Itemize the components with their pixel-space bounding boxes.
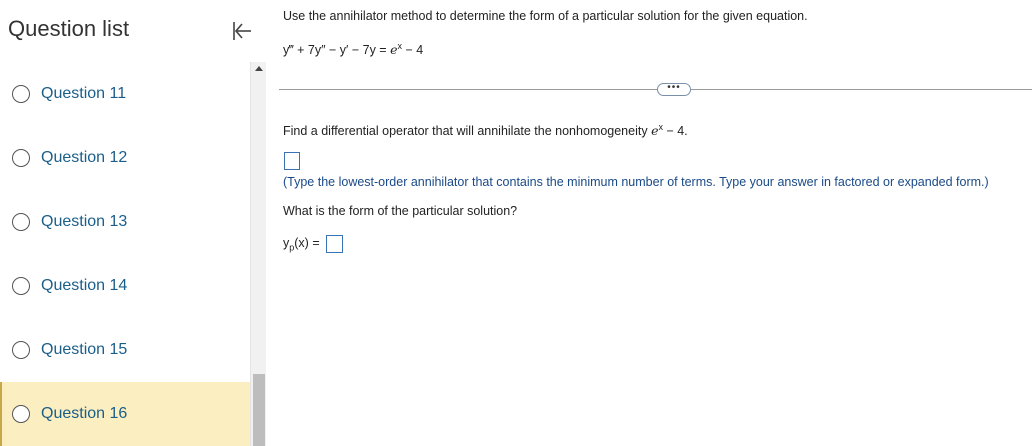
question-content: Use the annihilator method to determine … (266, 0, 1032, 446)
scrollbar-thumb[interactable] (253, 374, 265, 446)
question-instructions: Use the annihilator method to determine … (283, 9, 808, 23)
scroll-up-arrow-icon[interactable] (255, 66, 263, 71)
equation-lhs: y‴ + 7y″ − y′ − 7y = (283, 43, 391, 58)
annihilator-answer-input[interactable] (284, 152, 300, 170)
question-item-label: Question 13 (41, 213, 128, 230)
radio-icon (12, 277, 30, 295)
question-list-title: Question list (8, 16, 130, 41)
radio-icon (12, 213, 30, 231)
question-item-label: Question 11 (41, 85, 127, 102)
differential-equation: y‴ + 7y″ − y′ − 7y = ex − 4 (283, 41, 423, 57)
question-list-panel: Question list Question 11 Question 12 Qu… (0, 0, 251, 446)
radio-icon (12, 341, 30, 359)
sidebar-scrollbar[interactable] (250, 62, 266, 446)
equation-e: e (390, 42, 398, 58)
section-divider (279, 89, 1032, 90)
particular-solution-prompt: What is the form of the particular solut… (283, 204, 518, 218)
collapse-left-icon (233, 22, 251, 40)
question-item-11[interactable]: Question 11 (0, 62, 250, 126)
annihilator-prompt: Find a differential operator that will a… (283, 122, 688, 138)
question-item-label: Question 16 (41, 405, 128, 422)
question-item-label: Question 14 (41, 277, 128, 294)
question-item-13[interactable]: Question 13 (0, 190, 250, 254)
question-item-15[interactable]: Question 15 (0, 318, 250, 382)
radio-icon (12, 85, 30, 103)
question-item-14[interactable]: Question 14 (0, 254, 250, 318)
question-item-label: Question 15 (41, 341, 128, 358)
find-tail: − 4. (662, 124, 688, 139)
equation-tail: − 4 (402, 43, 424, 58)
answer-hint: (Type the lowest-order annihilator that … (283, 175, 989, 189)
collapse-panel-button[interactable] (229, 18, 255, 44)
radio-icon (12, 149, 30, 167)
particular-solution-label: yp(x) = (283, 236, 320, 253)
more-options-button[interactable]: ••• (657, 83, 691, 96)
particular-solution-input[interactable] (326, 235, 343, 253)
question-item-16[interactable]: Question 16 (0, 382, 250, 446)
find-text-main: Find a differential operator that will a… (283, 124, 652, 139)
yp-tail: (x) = (294, 236, 320, 250)
radio-icon (12, 405, 30, 423)
question-item-label: Question 12 (41, 149, 128, 166)
question-item-12[interactable]: Question 12 (0, 126, 250, 190)
